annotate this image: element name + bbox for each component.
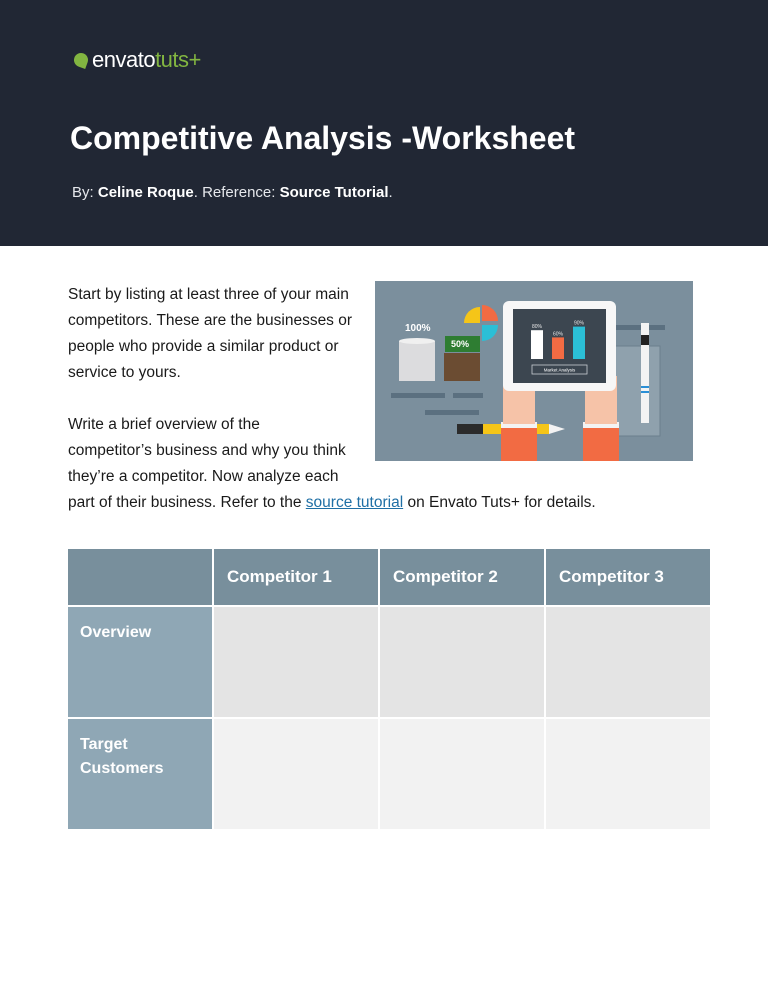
tablet-bar bbox=[531, 330, 543, 359]
decor-line bbox=[425, 410, 479, 415]
market-analysis-illustration: 100% 50% 80% 60% 90% Market Analysis bbox=[375, 281, 693, 461]
cylinder-left-top bbox=[399, 338, 435, 344]
text-after-link: on Envato Tuts+ for details. bbox=[403, 494, 596, 511]
source-tutorial-link[interactable]: source tutorial bbox=[306, 494, 403, 511]
tablet-button-label: Market Analysis bbox=[544, 368, 576, 373]
table-corner-cell bbox=[68, 549, 212, 605]
by-label: By: bbox=[72, 184, 94, 201]
column-header-competitor-2: Competitor 2 bbox=[380, 549, 544, 605]
page-header: envato tuts+ Competitive Analysis -Works… bbox=[0, 0, 768, 246]
decor-line bbox=[391, 393, 445, 398]
competitor-table: Competitor 1 Competitor 2 Competitor 3 O… bbox=[66, 547, 712, 831]
intro-paragraph-1: Start by listing at least three of your … bbox=[68, 282, 368, 386]
right-sleeve bbox=[583, 426, 619, 461]
pencil-icon bbox=[457, 424, 483, 434]
row-header-overview: Overview bbox=[68, 607, 212, 717]
cell-overview-competitor-2[interactable] bbox=[380, 607, 544, 717]
envato-tuts-logo[interactable]: envato tuts+ bbox=[72, 47, 201, 72]
cylinder-right-label: 50% bbox=[451, 339, 469, 349]
illustration-svg: 100% 50% 80% 60% 90% Market Analysis bbox=[391, 301, 665, 461]
tablet-bar bbox=[573, 326, 585, 359]
cylinder-right bbox=[444, 353, 480, 381]
pie-slice bbox=[482, 325, 498, 341]
text-before-link: part of their business. Refer to the bbox=[68, 494, 306, 511]
pie-slice bbox=[482, 305, 498, 321]
pie-slice bbox=[464, 307, 480, 323]
intro-line-last: part of their business. Refer to the sou… bbox=[68, 490, 596, 516]
tablet-bar-label: 90% bbox=[574, 321, 585, 327]
leaf-icon bbox=[72, 51, 90, 69]
table-row: Overview bbox=[68, 607, 710, 717]
cylinder-left-label: 100% bbox=[405, 323, 431, 334]
cell-overview-competitor-1[interactable] bbox=[214, 607, 378, 717]
pen-stripe bbox=[641, 391, 649, 393]
table-row: Target Customers bbox=[68, 719, 710, 829]
document-icon bbox=[614, 345, 661, 437]
tablet-bar-label: 80% bbox=[532, 324, 543, 330]
cell-target-customers-competitor-2[interactable] bbox=[380, 719, 544, 829]
left-sleeve bbox=[501, 426, 537, 461]
logo-brand: envato bbox=[92, 47, 156, 72]
pen-clip bbox=[641, 335, 649, 345]
cylinder-left bbox=[399, 341, 435, 381]
period: . bbox=[193, 184, 198, 201]
row-header-target-customers: Target Customers bbox=[68, 719, 212, 829]
author-name: Celine Roque bbox=[97, 184, 194, 201]
cell-overview-competitor-3[interactable] bbox=[546, 607, 710, 717]
column-header-competitor-1: Competitor 1 bbox=[214, 549, 378, 605]
decor-line bbox=[453, 393, 483, 398]
tablet-bar bbox=[552, 337, 564, 359]
table-header-row: Competitor 1 Competitor 2 Competitor 3 bbox=[68, 549, 710, 605]
reference-label: Reference: bbox=[202, 184, 276, 201]
intro-text-1: Start by listing at least three of your … bbox=[68, 286, 353, 381]
intro-line: they’re a competitor. Now analyze each bbox=[68, 468, 339, 485]
pen-stripe bbox=[641, 386, 649, 388]
page-title: Competitive Analysis -Worksheet bbox=[70, 120, 576, 156]
byline: By: Celine Roque. Reference: Source Tuto… bbox=[72, 184, 393, 201]
decor-line bbox=[615, 325, 665, 330]
column-header-competitor-3: Competitor 3 bbox=[546, 549, 710, 605]
period: . bbox=[388, 184, 393, 201]
cell-target-customers-competitor-3[interactable] bbox=[546, 719, 710, 829]
tablet-bar-label: 60% bbox=[553, 331, 564, 337]
cell-target-customers-competitor-1[interactable] bbox=[214, 719, 378, 829]
pencil-tip bbox=[549, 424, 565, 434]
reference-name: Source Tutorial bbox=[279, 184, 389, 201]
logo-product: tuts+ bbox=[155, 47, 201, 72]
